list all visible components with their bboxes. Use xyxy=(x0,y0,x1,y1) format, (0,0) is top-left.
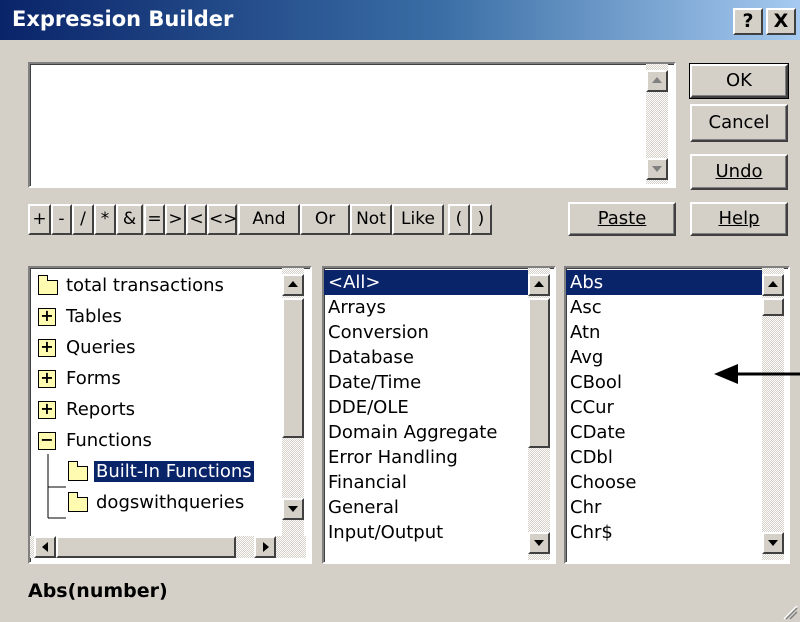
list-item[interactable]: Abs xyxy=(566,270,762,295)
resize-grip-icon[interactable] xyxy=(780,602,798,620)
category-scrollbar[interactable] xyxy=(528,268,550,560)
operator-equals-button[interactable]: = xyxy=(144,204,165,235)
cancel-button[interactable]: Cancel xyxy=(690,104,788,142)
undo-button[interactable]: Undo xyxy=(690,154,788,190)
scroll-thumb[interactable] xyxy=(282,298,304,438)
help-button[interactable]: Help xyxy=(690,202,788,236)
operator-divide-button[interactable]: / xyxy=(72,204,94,235)
tree-item-label: Tables xyxy=(66,306,122,327)
tree-vscrollbar[interactable] xyxy=(282,268,304,536)
operator-not-button[interactable]: Not xyxy=(350,204,392,235)
scroll-down-icon[interactable] xyxy=(762,532,784,554)
list-item[interactable]: CDate xyxy=(566,420,762,445)
function-scrollbar[interactable] xyxy=(762,268,784,560)
list-item[interactable]: General xyxy=(324,495,528,520)
category-list[interactable]: <All> Arrays Conversion Database Date/Time DD… xyxy=(322,266,556,564)
list-item[interactable]: Input/Output xyxy=(324,520,528,545)
list-item[interactable]: Asc xyxy=(566,295,762,320)
tree-item-label: Built-In Functions xyxy=(93,460,255,483)
scroll-up-icon[interactable] xyxy=(762,274,784,296)
tree-item-label: Forms xyxy=(66,368,121,389)
tree-item-label: total transactions xyxy=(66,275,224,296)
list-item[interactable]: Error Handling xyxy=(324,445,528,470)
scroll-left-icon[interactable] xyxy=(34,536,56,558)
operator-plus-button[interactable]: + xyxy=(28,204,51,235)
scroll-thumb[interactable] xyxy=(762,298,784,316)
scroll-thumb[interactable] xyxy=(528,298,550,448)
list-item[interactable]: Arrays xyxy=(324,295,528,320)
expression-scrollbar[interactable] xyxy=(646,64,668,184)
scroll-up-icon[interactable] xyxy=(646,70,668,92)
window-title: Expression Builder xyxy=(12,7,234,31)
operator-open-paren-button[interactable]: ( xyxy=(448,204,470,235)
pointer-arrow-icon xyxy=(714,364,800,384)
operator-minus-button[interactable]: - xyxy=(51,204,72,235)
tree-hscrollbar[interactable] xyxy=(30,536,306,558)
list-item[interactable]: CCur xyxy=(566,395,762,420)
list-item[interactable]: Atn xyxy=(566,320,762,345)
tree-item-label: Functions xyxy=(66,430,152,451)
scroll-thumb[interactable] xyxy=(56,536,236,558)
scroll-down-icon[interactable] xyxy=(646,158,668,180)
operator-ampersand-button[interactable]: & xyxy=(116,204,143,235)
operator-greater-than-button[interactable]: > xyxy=(165,204,186,235)
list-item[interactable]: Choose xyxy=(566,470,762,495)
title-bar: Expression Builder ? X xyxy=(0,0,800,40)
close-icon[interactable]: X xyxy=(766,8,796,35)
function-list[interactable]: Abs Asc Atn Avg CBool CCur CDate CDbl Choose Chr C… xyxy=(564,266,790,564)
scroll-right-icon[interactable] xyxy=(254,536,276,558)
scroll-up-icon[interactable] xyxy=(528,274,550,296)
scroll-down-icon[interactable] xyxy=(528,532,550,554)
list-item[interactable]: Date/Time xyxy=(324,370,528,395)
tree-item-label: Reports xyxy=(66,399,136,420)
tree-connector-lines xyxy=(47,454,66,519)
list-item[interactable]: Financial xyxy=(324,470,528,495)
paste-button[interactable]: Paste xyxy=(568,202,676,236)
list-item[interactable]: Domain Aggregate xyxy=(324,420,528,445)
open-folder-icon xyxy=(68,461,88,481)
scroll-down-icon[interactable] xyxy=(282,498,304,520)
list-item[interactable]: Chr xyxy=(566,495,762,520)
operator-like-button[interactable]: Like xyxy=(392,204,444,235)
operator-or-button[interactable]: Or xyxy=(300,204,350,235)
operator-less-than-button[interactable]: < xyxy=(186,204,207,235)
ok-button[interactable]: OK xyxy=(689,63,789,99)
help-icon[interactable]: ? xyxy=(733,8,763,35)
list-item[interactable]: CDbl xyxy=(566,445,762,470)
operator-close-paren-button[interactable]: ) xyxy=(470,204,492,235)
list-item[interactable]: Conversion xyxy=(324,320,528,345)
list-item[interactable]: Database xyxy=(324,345,528,370)
folder-icon xyxy=(68,492,88,512)
operator-not-equal-button[interactable]: <> xyxy=(207,204,238,235)
scroll-up-icon[interactable] xyxy=(282,274,304,296)
operator-multiply-button[interactable]: * xyxy=(94,204,116,235)
list-item[interactable]: DDE/OLE xyxy=(324,395,528,420)
function-syntax: Abs(number) xyxy=(28,580,168,602)
tree-item-label: dogswithqueries xyxy=(96,492,245,513)
expression-box[interactable] xyxy=(28,62,676,188)
object-tree[interactable]: total transactions + Tables + Queries + Forms +… xyxy=(28,266,312,564)
operator-and-button[interactable]: And xyxy=(238,204,300,235)
list-item[interactable]: Chr$ xyxy=(566,520,762,545)
list-item[interactable]: <All> xyxy=(324,270,528,295)
tree-item-label: Queries xyxy=(66,337,136,358)
